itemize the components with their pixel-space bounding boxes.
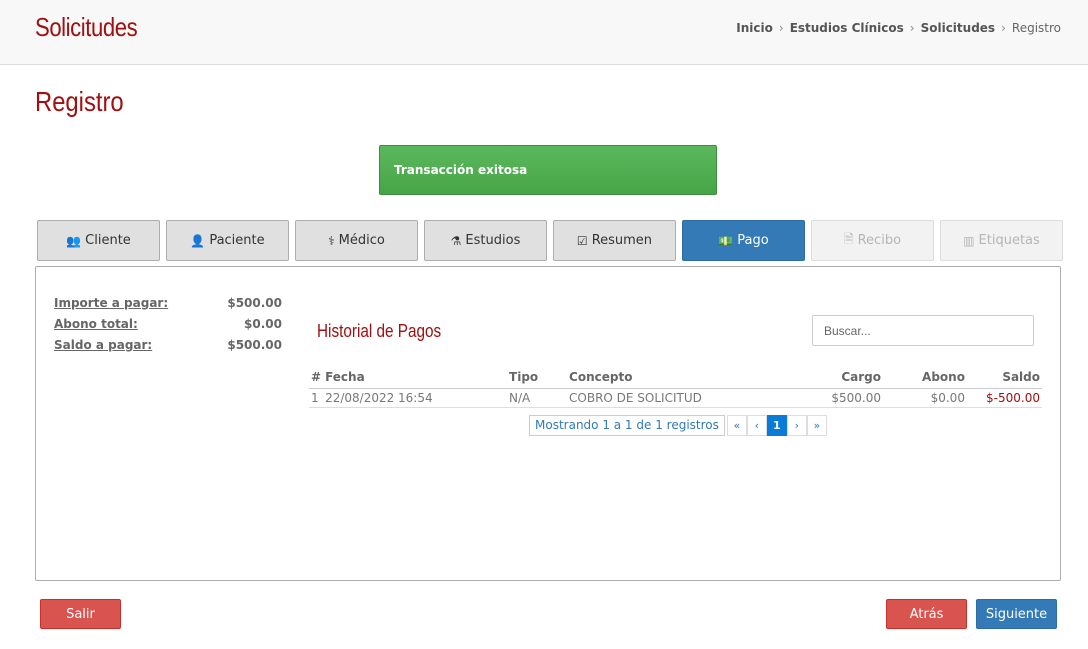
tab-label: Estudios [465, 233, 521, 248]
tab-resumen[interactable]: ☑ Resumen [553, 220, 676, 261]
breadcrumb: Inicio › Estudios Clínicos › Solicitudes… [736, 21, 1061, 35]
tab-recibo[interactable]: 🗎 Recibo [811, 220, 934, 261]
importe-value: $500.00 [227, 296, 282, 310]
col-cargo[interactable]: Cargo [786, 366, 883, 389]
cell-tipo: N/A [507, 388, 568, 408]
abono-label: Abono total: [54, 317, 138, 331]
col-abono[interactable]: Abono [882, 366, 967, 389]
prev-page-button[interactable]: ‹ [746, 415, 767, 436]
pagination-info: Mostrando 1 a 1 de 1 registros [529, 415, 725, 436]
tab-pago[interactable]: 💵 Pago [682, 220, 805, 261]
tab-label: Etiquetas [978, 233, 1040, 248]
doctor-icon: ⚕ [328, 233, 335, 248]
importe-label: Importe a pagar: [54, 296, 169, 310]
exit-button[interactable]: Salir [40, 599, 121, 629]
barcode-icon: ▥ [963, 233, 975, 248]
app-title: Solicitudes [35, 12, 138, 42]
summary-saldo: Saldo a pagar: $500.00 [54, 338, 282, 359]
history-title: Historial de Pagos [317, 321, 442, 341]
cell-cargo: $500.00 [786, 388, 883, 408]
chevron-right-icon: › [1001, 21, 1006, 35]
wizard-tabs: 👥 Cliente 👤 Paciente ⚕ Médico ⚗ Estudios… [37, 220, 1063, 261]
money-icon: 💵 [718, 233, 734, 248]
cell-number: 1 [309, 388, 324, 408]
tab-label: Resumen [591, 233, 653, 248]
cell-fecha: 22/08/2022 16:54 [323, 388, 508, 408]
col-saldo[interactable]: Saldo [966, 366, 1042, 389]
table-header-row: # Fecha Tipo Concepto Cargo Abono Saldo [309, 366, 1042, 389]
payment-summary: Importe a pagar: $500.00 Abono total: $0… [54, 296, 282, 359]
summary-importe: Importe a pagar: $500.00 [54, 296, 282, 317]
tab-paciente[interactable]: 👤 Paciente [166, 220, 289, 261]
tab-medico[interactable]: ⚕ Médico [295, 220, 418, 261]
top-bar: Solicitudes Inicio › Estudios Clínicos ›… [0, 0, 1088, 65]
chevron-right-icon: › [909, 21, 915, 35]
file-icon: 🗎 [843, 232, 854, 246]
page-title: Registro [35, 86, 124, 117]
search-input[interactable] [812, 315, 1034, 346]
saldo-label: Saldo a pagar: [54, 338, 153, 352]
pagination: Mostrando 1 a 1 de 1 registros « ‹ 1 › » [529, 415, 827, 436]
first-page-button[interactable]: « [726, 415, 747, 436]
tab-cliente[interactable]: 👥 Cliente [37, 220, 160, 261]
breadcrumb-registro: Registro [1011, 21, 1061, 35]
table-row[interactable]: 1 22/08/2022 16:54 N/A COBRO DE SOLICITU… [309, 388, 1042, 408]
col-tipo[interactable]: Tipo [507, 366, 568, 389]
cell-concepto: COBRO DE SOLICITUD [567, 388, 787, 408]
user-icon: 👤 [190, 233, 206, 248]
tab-etiquetas[interactable]: ▥ Etiquetas [940, 220, 1063, 261]
breadcrumb-solicitudes[interactable]: Solicitudes [921, 21, 996, 35]
tab-label: Médico [338, 233, 385, 248]
last-page-button[interactable]: » [806, 415, 827, 436]
abono-value: $0.00 [244, 317, 282, 331]
breadcrumb-estudios[interactable]: Estudios Clínicos [790, 21, 904, 35]
tab-label: Recibo [857, 233, 902, 248]
summary-abono: Abono total: $0.00 [54, 317, 282, 338]
tab-label: Paciente [209, 233, 265, 248]
current-page-button[interactable]: 1 [766, 415, 787, 436]
payment-history-table: # Fecha Tipo Concepto Cargo Abono Saldo … [309, 366, 1042, 408]
col-fecha[interactable]: Fecha [323, 366, 508, 389]
back-button[interactable]: Atrás [886, 599, 967, 629]
check-square-icon: ☑ [576, 233, 588, 248]
next-button[interactable]: Siguiente [976, 599, 1057, 629]
cell-saldo: $-500.00 [966, 388, 1042, 408]
breadcrumb-inicio[interactable]: Inicio [736, 21, 773, 35]
cell-abono: $0.00 [882, 388, 967, 408]
saldo-value: $500.00 [227, 338, 282, 352]
tab-label: Pago [737, 233, 769, 248]
col-number[interactable]: # [309, 366, 324, 389]
tab-label: Cliente [85, 233, 131, 248]
payment-panel: Importe a pagar: $500.00 Abono total: $0… [35, 266, 1061, 581]
next-page-button[interactable]: › [786, 415, 807, 436]
col-concepto[interactable]: Concepto [567, 366, 787, 389]
users-icon: 👥 [66, 233, 82, 248]
tab-estudios[interactable]: ⚗ Estudios [424, 220, 547, 261]
chevron-right-icon: › [778, 21, 784, 35]
flask-icon: ⚗ [450, 233, 462, 248]
success-alert: Transacción exitosa [379, 145, 717, 195]
